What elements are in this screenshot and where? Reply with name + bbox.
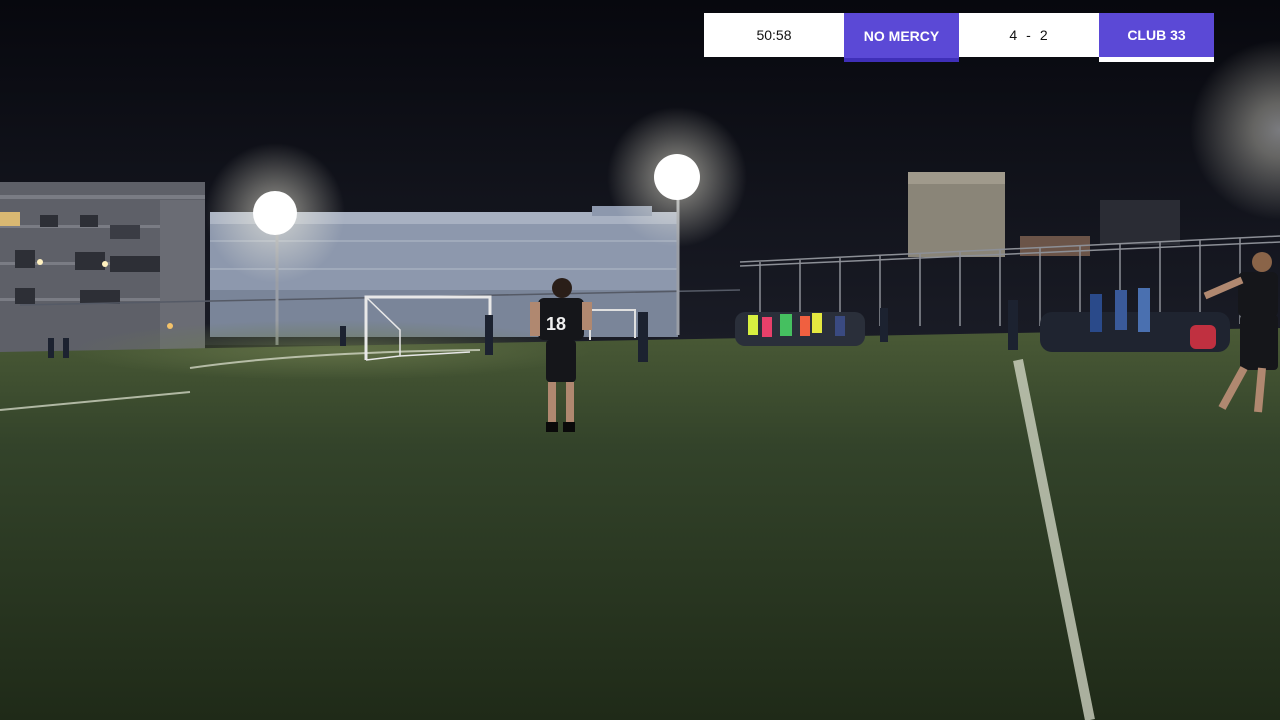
match-scoreboard: 50:58 NO MERCY 4 - 2 CLUB 33: [704, 13, 1214, 62]
score-separator: -: [1026, 27, 1032, 43]
night-football-pitch-scene: 18: [0, 0, 1280, 720]
match-score: 4 - 2: [959, 13, 1099, 57]
artificial-turf-pitch: [0, 328, 1280, 720]
jersey-number: 18: [546, 314, 566, 334]
home-score: 4: [1009, 27, 1019, 43]
match-clock: 50:58: [704, 13, 844, 57]
away-team-name: CLUB 33: [1099, 13, 1214, 62]
home-team-name: NO MERCY: [844, 13, 959, 62]
away-score: 2: [1039, 27, 1049, 43]
